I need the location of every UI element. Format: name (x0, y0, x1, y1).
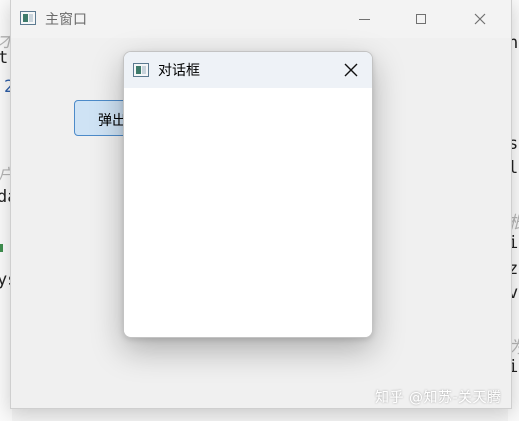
dialog-content-area (124, 88, 372, 337)
editor-glyph: t (0, 48, 9, 68)
main-window-titlebar[interactable]: 主窗口 (11, 0, 511, 38)
dialog-window-icon (133, 63, 149, 77)
minimize-icon (358, 18, 370, 20)
maximize-icon (416, 14, 426, 24)
editor-change-marker (0, 244, 3, 252)
close-button[interactable] (457, 0, 503, 38)
dialog-close-button[interactable] (334, 56, 368, 84)
dialog-title: 对话框 (158, 63, 200, 79)
close-icon (474, 13, 486, 25)
app-window-icon (20, 11, 36, 25)
dialog-window: 对话框 (123, 51, 373, 338)
watermark: 知乎 @知苏-关天腾 (375, 390, 502, 406)
popup-dialog-button-label: 弹出 (98, 113, 126, 129)
main-window-title: 主窗口 (45, 12, 87, 28)
maximize-button[interactable] (398, 0, 444, 38)
minimize-button[interactable] (341, 0, 387, 38)
close-icon (344, 63, 358, 77)
dialog-titlebar[interactable]: 对话框 (124, 52, 372, 88)
